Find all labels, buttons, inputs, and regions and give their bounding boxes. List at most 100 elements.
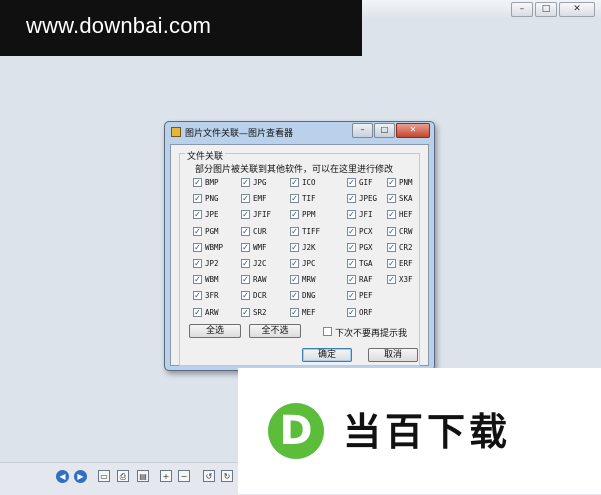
format-label: GIF <box>359 178 373 187</box>
checkbox[interactable]: ✓ <box>241 259 250 268</box>
select-all-button[interactable]: 全选 <box>189 324 241 338</box>
checkbox[interactable]: ✓ <box>193 194 202 203</box>
format-label: ERF <box>399 259 413 268</box>
format-label: JPG <box>253 178 267 187</box>
checkbox[interactable]: ✓ <box>241 308 250 317</box>
print-icon[interactable]: ⎙ <box>117 470 129 482</box>
checkbox[interactable]: ✓ <box>347 259 356 268</box>
format-label: CUR <box>253 227 267 236</box>
zoom-in-icon[interactable]: + <box>160 470 172 482</box>
format-label: JP2 <box>205 259 219 268</box>
checkbox[interactable]: ✓ <box>290 275 299 284</box>
format-label: PNG <box>205 194 219 203</box>
format-label: TIFF <box>302 227 321 236</box>
checkbox[interactable]: ✓ <box>347 194 356 203</box>
checkbox[interactable]: ✓ <box>347 275 356 284</box>
format-label: PCX <box>359 227 373 236</box>
checkbox[interactable]: ✓ <box>347 178 356 187</box>
cancel-button[interactable]: 取消 <box>368 348 418 362</box>
checkbox[interactable]: ✓ <box>241 275 250 284</box>
prev-icon[interactable]: ◀ <box>56 470 69 483</box>
ok-button[interactable]: 确定 <box>302 348 352 362</box>
checkbox[interactable]: ✓ <box>347 243 356 252</box>
checkbox[interactable]: ✓ <box>241 243 250 252</box>
checkbox[interactable]: ✓ <box>241 194 250 203</box>
checkbox[interactable]: ✓ <box>193 275 202 284</box>
format-label: JPC <box>302 259 316 268</box>
format-label: PEF <box>359 291 373 300</box>
format-label: WBMP <box>205 243 224 252</box>
format-label: DNG <box>302 291 316 300</box>
dialog-maximize-button[interactable]: □ <box>374 123 395 138</box>
zoom-out-icon[interactable]: − <box>178 470 190 482</box>
checkbox[interactable]: ✓ <box>193 243 202 252</box>
checkbox[interactable]: ✓ <box>290 291 299 300</box>
checkbox[interactable]: ✓ <box>347 308 356 317</box>
next-icon[interactable]: ▶ <box>74 470 87 483</box>
checkbox[interactable]: ✓ <box>241 210 250 219</box>
checkbox[interactable]: ✓ <box>290 259 299 268</box>
format-label: ARW <box>205 308 219 317</box>
format-label: ICO <box>302 178 316 187</box>
logo-letter: D <box>279 408 313 454</box>
checkbox[interactable]: ✓ <box>193 210 202 219</box>
dialog-close-button[interactable]: ✕ <box>396 123 430 138</box>
checkbox[interactable]: ✓ <box>193 227 202 236</box>
checkbox[interactable]: ✓ <box>193 178 202 187</box>
group-label: 文件关联 <box>185 149 226 162</box>
checkbox[interactable]: ✓ <box>387 275 396 284</box>
select-none-button[interactable]: 全不选 <box>249 324 301 338</box>
checkbox[interactable]: ✓ <box>387 178 396 187</box>
maximize-button[interactable]: □ <box>535 2 557 17</box>
checkbox[interactable]: ✓ <box>347 227 356 236</box>
format-label: JFIF <box>253 210 272 219</box>
format-label: MEF <box>302 308 316 317</box>
format-label: RAW <box>253 275 267 284</box>
checkbox[interactable]: ✓ <box>241 227 250 236</box>
slideshow-icon[interactable]: ▤ <box>137 470 149 482</box>
checkbox[interactable]: ✓ <box>290 194 299 203</box>
checkbox[interactable]: ✓ <box>387 227 396 236</box>
format-label: JPE <box>205 210 219 219</box>
format-label: PGM <box>205 227 219 236</box>
checkbox[interactable]: ✓ <box>290 308 299 317</box>
format-label: DCR <box>253 291 267 300</box>
format-label: 3FR <box>205 291 219 300</box>
checkbox[interactable]: ✓ <box>290 210 299 219</box>
checkbox[interactable]: ✓ <box>193 259 202 268</box>
format-label: ORF <box>359 308 373 317</box>
checkbox[interactable]: ✓ <box>387 259 396 268</box>
format-label: WBM <box>205 275 219 284</box>
minimize-button[interactable]: – <box>511 2 533 17</box>
checkbox[interactable]: ✓ <box>241 291 250 300</box>
dialog-minimize-button[interactable]: – <box>352 123 373 138</box>
dont-prompt-checkbox[interactable] <box>323 327 332 336</box>
fit-icon[interactable]: ▭ <box>98 470 110 482</box>
checkbox[interactable]: ✓ <box>387 243 396 252</box>
format-label: MRW <box>302 275 316 284</box>
rotate-right-icon[interactable]: ↻ <box>221 470 233 482</box>
format-label: CR2 <box>399 243 413 252</box>
checkbox[interactable]: ✓ <box>347 291 356 300</box>
watermark-banner: www.downbai.com <box>0 0 362 56</box>
checkbox[interactable]: ✓ <box>193 308 202 317</box>
format-label: JPEG <box>359 194 378 203</box>
format-label: TGA <box>359 259 373 268</box>
close-button[interactable]: ✕ <box>559 2 595 17</box>
rotate-left-icon[interactable]: ↺ <box>203 470 215 482</box>
logo-text: 当百下载 <box>343 410 512 454</box>
checkbox[interactable]: ✓ <box>290 227 299 236</box>
app-icon <box>171 127 181 137</box>
format-label: PPM <box>302 210 316 219</box>
checkbox[interactable]: ✓ <box>290 243 299 252</box>
format-label: JFI <box>359 210 373 219</box>
checkbox[interactable]: ✓ <box>241 178 250 187</box>
window-caption-buttons: – □ ✕ <box>511 2 595 17</box>
checkbox[interactable]: ✓ <box>387 194 396 203</box>
checkbox[interactable]: ✓ <box>290 178 299 187</box>
group-hint: 部分图片被关联到其他软件，可以在这里进行修改 <box>195 165 394 175</box>
checkbox[interactable]: ✓ <box>347 210 356 219</box>
format-label: EMF <box>253 194 267 203</box>
checkbox[interactable]: ✓ <box>387 210 396 219</box>
checkbox[interactable]: ✓ <box>193 291 202 300</box>
